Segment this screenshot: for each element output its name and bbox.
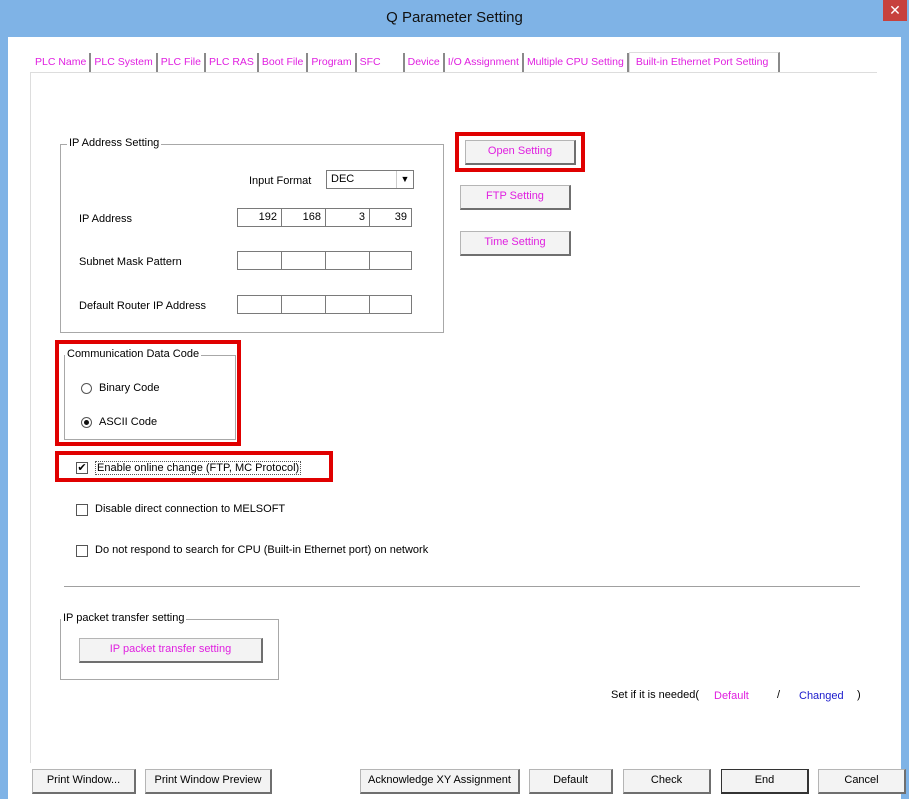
router-octet-4[interactable]	[370, 296, 411, 313]
default-router-field[interactable]	[237, 295, 412, 314]
title-bar: Q Parameter Setting ✕	[0, 0, 909, 37]
subnet-octet-3[interactable]	[326, 252, 370, 269]
router-octet-3[interactable]	[326, 296, 370, 313]
subnet-octet-1[interactable]	[238, 252, 282, 269]
print-preview-button[interactable]: Print Window Preview	[145, 769, 272, 794]
tab-plc-file[interactable]: PLC File	[157, 53, 206, 73]
check-button[interactable]: Check	[623, 769, 711, 794]
window: Q Parameter Setting ✕ PLC Name PLC System…	[0, 0, 909, 799]
ip-address-field[interactable]: 192 168 3 39	[237, 208, 412, 227]
legend-default: Default	[714, 690, 749, 702]
ip-packet-transfer-group: IP packet transfer setting IP packet tra…	[60, 612, 279, 680]
chevron-down-icon[interactable]: ▼	[396, 171, 413, 188]
input-format-select[interactable]: DEC ▼	[326, 170, 414, 189]
disable-direct-checkbox[interactable]	[76, 504, 88, 516]
highlight-communication	[55, 340, 241, 446]
input-format-label: Input Format	[249, 175, 312, 187]
highlight-enable-online	[55, 451, 333, 482]
tab-pane: IP Address Setting Input Format DEC ▼ IP…	[30, 72, 877, 763]
separator	[64, 586, 860, 587]
close-icon[interactable]: ✕	[883, 0, 907, 21]
highlight-open-setting	[455, 132, 585, 172]
disable-direct-label: Disable direct connection to MELSOFT	[95, 503, 286, 515]
default-button[interactable]: Default	[529, 769, 613, 794]
ip-packet-group-title: IP packet transfer setting	[61, 612, 187, 624]
legend-suffix: )	[857, 689, 861, 701]
tab-builtin-ethernet[interactable]: Built-in Ethernet Port Setting	[628, 52, 781, 72]
dialog-client: PLC Name PLC System PLC File PLC RAS Boot Fi…	[8, 37, 906, 799]
subnet-mask-field[interactable]	[237, 251, 412, 270]
tab-multiple-cpu[interactable]: Multiple CPU Setting	[523, 53, 629, 73]
ip-address-group: IP Address Setting Input Format DEC ▼ IP…	[60, 137, 444, 333]
tab-io-assignment[interactable]: I/O Assignment	[444, 53, 524, 73]
tab-device[interactable]: Device	[404, 53, 445, 73]
print-window-button[interactable]: Print Window...	[32, 769, 136, 794]
ip-octet-2[interactable]: 168	[282, 209, 326, 226]
no-respond-label: Do not respond to search for CPU (Built-…	[95, 544, 429, 556]
ip-packet-transfer-button[interactable]: IP packet transfer setting	[79, 638, 263, 663]
ip-octet-3[interactable]: 3	[326, 209, 370, 226]
ip-address-label: IP Address	[79, 213, 132, 225]
end-button[interactable]: End	[721, 769, 809, 794]
legend-changed: Changed	[799, 690, 844, 702]
ip-address-group-title: IP Address Setting	[67, 137, 162, 149]
time-setting-button[interactable]: Time Setting	[460, 231, 571, 256]
tab-plc-name[interactable]: PLC Name	[32, 53, 92, 73]
legend-prefix: Set if it is needed(	[611, 689, 700, 701]
tab-sfc[interactable]: SFC	[356, 53, 405, 73]
cancel-button[interactable]: Cancel	[818, 769, 906, 794]
tab-program[interactable]: Program	[308, 53, 357, 73]
subnet-mask-label: Subnet Mask Pattern	[79, 256, 182, 268]
legend-slash: /	[777, 689, 781, 701]
window-title: Q Parameter Setting	[386, 9, 523, 26]
subnet-octet-2[interactable]	[282, 252, 326, 269]
acknowledge-xy-button[interactable]: Acknowledge XY Assignment	[360, 769, 520, 794]
subnet-octet-4[interactable]	[370, 252, 411, 269]
default-router-label: Default Router IP Address	[79, 300, 206, 312]
tab-boot-file[interactable]: Boot File	[258, 53, 309, 73]
ip-octet-1[interactable]: 192	[238, 209, 282, 226]
router-octet-1[interactable]	[238, 296, 282, 313]
tab-plc-system[interactable]: PLC System	[91, 53, 158, 73]
input-format-value: DEC	[331, 173, 355, 185]
router-octet-2[interactable]	[282, 296, 326, 313]
ip-octet-4[interactable]: 39	[370, 209, 411, 226]
tab-strip: PLC Name PLC System PLC File PLC RAS Boot Fi…	[32, 52, 781, 73]
ftp-setting-button[interactable]: FTP Setting	[460, 185, 571, 210]
no-respond-checkbox[interactable]	[76, 545, 88, 557]
tab-plc-ras[interactable]: PLC RAS	[205, 53, 259, 73]
